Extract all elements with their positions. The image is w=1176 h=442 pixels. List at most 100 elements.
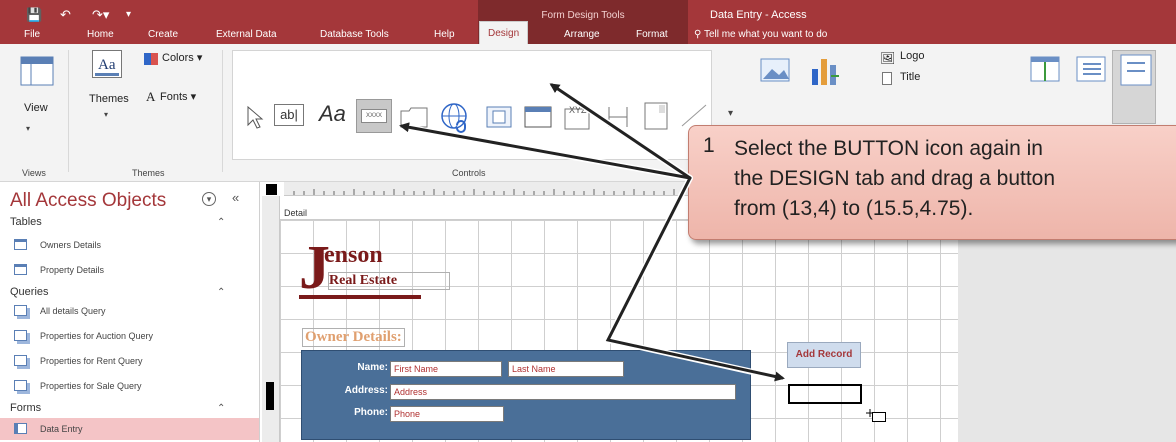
- hyperlink-icon[interactable]: [438, 100, 472, 134]
- nav-menu-icon[interactable]: ▾: [202, 192, 216, 206]
- save-icon[interactable]: 💾: [26, 6, 42, 24]
- owner-details-panel: Name: First Name Last Name Address: Addr…: [301, 350, 751, 440]
- first-name-field[interactable]: First Name: [390, 361, 502, 377]
- button-control-highlight[interactable]: XXXX: [356, 99, 392, 133]
- query-icon: [14, 380, 27, 391]
- logo-title[interactable]: enson: [324, 242, 383, 269]
- controls-group-label: Controls: [452, 168, 486, 178]
- phone-field[interactable]: Phone: [390, 406, 504, 422]
- logo-icon: 🖼: [880, 51, 896, 65]
- logo-subtitle[interactable]: Real Estate: [328, 272, 450, 290]
- logo-button[interactable]: Logo: [900, 50, 924, 62]
- new-button-outline[interactable]: [788, 384, 862, 404]
- nav-section-forms[interactable]: Forms: [10, 402, 41, 414]
- last-name-field[interactable]: Last Name: [508, 361, 624, 377]
- form-selector[interactable]: [266, 184, 277, 195]
- crosshair-cursor-icon: [866, 404, 874, 417]
- insert-chart-icon[interactable]: [808, 52, 840, 86]
- chevron-down-icon: ▾: [104, 110, 109, 119]
- query-icon: [14, 355, 27, 366]
- nav-item-property-details[interactable]: Property Details: [14, 259, 260, 281]
- tab-format[interactable]: Format: [628, 25, 676, 44]
- phone-label[interactable]: Phone:: [328, 407, 388, 418]
- callout-step-number: 1: [703, 134, 715, 157]
- nav-item-query[interactable]: Properties for Rent Query: [14, 350, 260, 372]
- divider: [68, 50, 69, 172]
- logo-underline: [299, 295, 421, 299]
- tab-home[interactable]: Home: [79, 25, 122, 44]
- address-field[interactable]: Address: [390, 384, 736, 400]
- textbox-control-icon[interactable]: ab|: [274, 104, 304, 126]
- add-record-button[interactable]: Add Record: [787, 342, 861, 368]
- callout-text: Select the BUTTON icon again in the DESI…: [734, 137, 1056, 220]
- nav-pane-title[interactable]: All Access Objects: [10, 190, 166, 212]
- chevron-up-icon[interactable]: ⌃: [217, 287, 225, 298]
- line-control-icon[interactable]: [678, 100, 708, 128]
- shutter-bar-close-icon[interactable]: «: [232, 190, 239, 205]
- form-icon: [14, 423, 27, 434]
- themes-group-label: Themes: [132, 168, 165, 178]
- nav-section-queries[interactable]: Queries: [10, 286, 49, 298]
- themes-icon[interactable]: Aa: [92, 50, 122, 78]
- option-group-icon[interactable]: XYZ: [562, 102, 592, 130]
- divider: [222, 50, 223, 172]
- nav-item-query[interactable]: Properties for Auction Query: [14, 325, 260, 347]
- property-sheet-icon[interactable]: [1074, 54, 1108, 84]
- tab-design[interactable]: Design: [479, 21, 529, 44]
- nav-item-data-entry[interactable]: Data Entry: [0, 418, 259, 440]
- query-icon: [14, 305, 27, 316]
- label-control-icon[interactable]: Aa: [318, 100, 354, 128]
- table-icon: [14, 239, 27, 250]
- nav-item-query[interactable]: Properties for Sale Query: [14, 375, 260, 397]
- tell-me-label: Tell me what you want to do: [703, 29, 828, 40]
- button-control-icon: XXXX: [361, 109, 387, 123]
- combo-box-icon[interactable]: [642, 100, 670, 130]
- fonts-button[interactable]: Fonts ▾: [160, 90, 196, 103]
- colors-icon: [144, 53, 158, 65]
- title-icon: [882, 72, 892, 85]
- navigation-pane: All Access Objects ▾ « Tables ⌃ Owners D…: [0, 182, 260, 442]
- customize-qat-icon[interactable]: ▾: [126, 6, 131, 24]
- chevron-up-icon[interactable]: ⌃: [217, 217, 225, 228]
- nav-section-tables[interactable]: Tables: [10, 216, 42, 228]
- title-button[interactable]: Title: [900, 71, 920, 83]
- chevron-up-icon[interactable]: ⌃: [217, 403, 225, 414]
- ruler-marker: [266, 382, 274, 410]
- table-icon: [14, 264, 27, 275]
- colors-button[interactable]: Colors ▾: [162, 51, 202, 64]
- select-pointer-icon[interactable]: [244, 104, 264, 129]
- tab-control-icon[interactable]: [398, 104, 428, 128]
- name-label[interactable]: Name:: [328, 362, 388, 373]
- redo-icon[interactable]: ↷▾: [92, 6, 109, 24]
- views-group-label: Views: [22, 168, 46, 178]
- tab-arrange[interactable]: Arrange: [556, 25, 608, 44]
- add-existing-fields-icon[interactable]: [1028, 54, 1062, 84]
- svg-text:Aa: Aa: [98, 57, 116, 73]
- web-browser-icon[interactable]: [484, 104, 512, 128]
- view-icon[interactable]: [18, 54, 54, 86]
- undo-icon[interactable]: ↶: [60, 6, 71, 24]
- themes-button[interactable]: Themes: [89, 93, 129, 105]
- owner-details-heading[interactable]: Owner Details:: [302, 328, 405, 347]
- vertical-ruler: [262, 196, 280, 442]
- insert-image-icon[interactable]: [758, 54, 792, 84]
- tab-external-data[interactable]: External Data: [208, 25, 285, 44]
- tab-database-tools[interactable]: Database Tools: [312, 25, 397, 44]
- page-break-icon[interactable]: [602, 102, 632, 130]
- navigation-control-icon[interactable]: [522, 104, 552, 128]
- button-cursor-icon: [872, 412, 886, 422]
- tab-create[interactable]: Create: [140, 25, 186, 44]
- tab-file[interactable]: File: [16, 25, 48, 44]
- tab-order-button[interactable]: [1112, 50, 1156, 124]
- tell-me-search[interactable]: ⚲ Tell me what you want to do: [694, 25, 827, 44]
- nav-item-owners-details[interactable]: Owners Details: [14, 234, 260, 256]
- address-label[interactable]: Address:: [328, 385, 388, 396]
- search-icon: ⚲: [694, 29, 702, 40]
- gallery-more-icon[interactable]: ▾: [728, 108, 733, 119]
- empty-canvas-area: [958, 220, 1176, 442]
- nav-item-query[interactable]: All details Query: [14, 300, 260, 322]
- window-title: Data Entry - Access: [710, 9, 807, 21]
- tab-help[interactable]: Help: [426, 25, 463, 44]
- query-icon: [14, 330, 27, 341]
- view-button[interactable]: View: [24, 102, 48, 114]
